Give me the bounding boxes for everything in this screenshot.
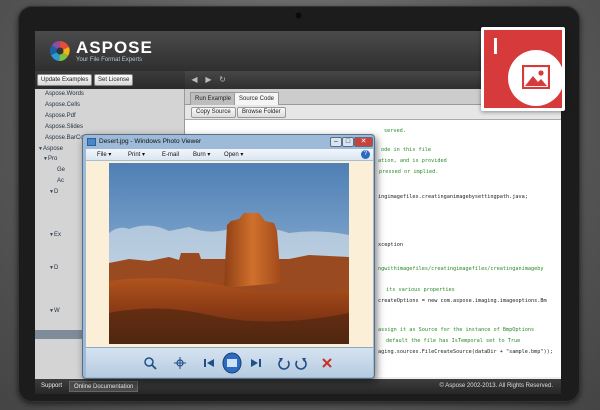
tree-item-aspose-slides[interactable]: Aspose.Slides [45,124,83,130]
code-line: createOptions = new com.aspose.imaging.i… [378,298,547,304]
set-license-button[interactable]: Set License [94,74,134,86]
desert-photo [109,163,349,344]
dropdown-arrow-icon: ▾ [207,152,211,158]
brand-tagline: Your File Format Experts [76,57,143,63]
viewer-canvas [86,161,373,347]
code-line: aging.sources.FileCreateSource(dataDir +… [378,349,553,355]
rotate-right-icon[interactable] [294,356,308,370]
code-line: ngwithimagefiles/creatingimagefiles/crea… [378,266,544,272]
image-format-badge [481,27,565,111]
viewer-menubar: File ▾ Print ▾ E-mail Burn ▾ Open ▾ ? [86,149,373,161]
tree-item-group[interactable]: ▼W [49,308,60,314]
menu-file[interactable]: File ▾ [97,150,111,160]
code-line: ingimagefiles.creatinganimagebysettingpa… [378,194,528,200]
menu-email[interactable]: E-mail [162,150,179,160]
aspose-logo-icon [50,41,70,62]
dropdown-arrow-icon: ▾ [108,152,112,158]
dropdown-arrow-icon: ▾ [142,152,146,158]
tree-item-aspose-cells[interactable]: Aspose.Cells [45,102,80,108]
menu-open[interactable]: Open ▾ [224,150,243,160]
actual-size-icon[interactable] [173,356,187,370]
copy-source-button[interactable]: Copy Source [191,107,236,118]
code-line: ation, and is provided [378,158,447,164]
code-line: its various properties [386,287,455,293]
slideshow-button[interactable] [222,352,242,374]
next-icon[interactable] [249,356,263,370]
tree-item-aspose-imaging[interactable]: ▼Aspose [38,146,63,152]
code-line: ode in this file [381,147,431,153]
tree-item-group[interactable]: ▼D [49,189,58,195]
webcam [295,12,302,19]
badge-bar [494,38,497,54]
brand-name: ASPOSE [76,38,153,57]
rotate-left-icon[interactable] [277,356,291,370]
support-link[interactable]: Support [37,381,66,392]
forward-arrow-icon[interactable]: ▶ [203,74,214,86]
tree-item-group[interactable]: ▼Pro [43,156,57,162]
footer-bar: Support Online Documentation © Aspose 20… [35,379,561,394]
menu-burn[interactable]: Burn ▾ [193,150,210,160]
code-line: pressed or implied. [379,169,439,175]
copyright-text: © Aspose 2002-2013. All Rights Reserved. [439,383,554,389]
code-line: xception [378,242,403,248]
refresh-icon[interactable]: ↻ [217,74,228,86]
viewer-controls [86,347,373,377]
close-window-button[interactable]: ✕ [354,137,373,147]
online-documentation-link[interactable]: Online Documentation [69,381,139,392]
tab-source-code[interactable]: Source Code [234,92,280,105]
minimize-button[interactable]: – [330,137,342,147]
tree-item-leaf[interactable]: Ge [57,167,65,173]
photo-viewer-window[interactable]: Desert.jpg - Windows Photo Viewer – □ ✕ … [82,134,375,379]
image-icon [522,65,550,89]
left-toolbar: Update Examples Set License [35,71,185,89]
maximize-button[interactable]: □ [342,137,354,147]
browse-folder-button[interactable]: Browse Folder [237,107,286,118]
code-line: served. [384,128,406,134]
menu-print[interactable]: Print ▾ [128,150,145,160]
delete-icon[interactable] [320,356,334,370]
dropdown-arrow-icon: ▾ [240,152,244,158]
badge-circle [508,50,564,106]
tree-item-aspose-words[interactable]: Aspose.Words [45,91,84,97]
viewer-title: Desert.jpg - Windows Photo Viewer [99,138,202,145]
photo-viewer-app-icon [87,138,96,146]
tree-item-aspose-pdf[interactable]: Aspose.Pdf [45,113,76,119]
code-line: default the file has IsTemporal set to T… [386,338,521,344]
zoom-icon[interactable] [143,356,157,370]
back-arrow-icon[interactable]: ◀ [189,74,200,86]
previous-icon[interactable] [202,356,216,370]
code-line: assign it as Source for the instance of … [378,327,535,333]
tree-item-group[interactable]: ▼Ex [49,232,61,238]
help-icon[interactable]: ? [361,150,370,159]
tab-run-example[interactable]: Run Example [190,92,237,105]
update-examples-button[interactable]: Update Examples [37,74,93,86]
tree-item-leaf[interactable]: Ac [57,178,64,184]
tree-item-group[interactable]: ▼D [49,265,58,271]
